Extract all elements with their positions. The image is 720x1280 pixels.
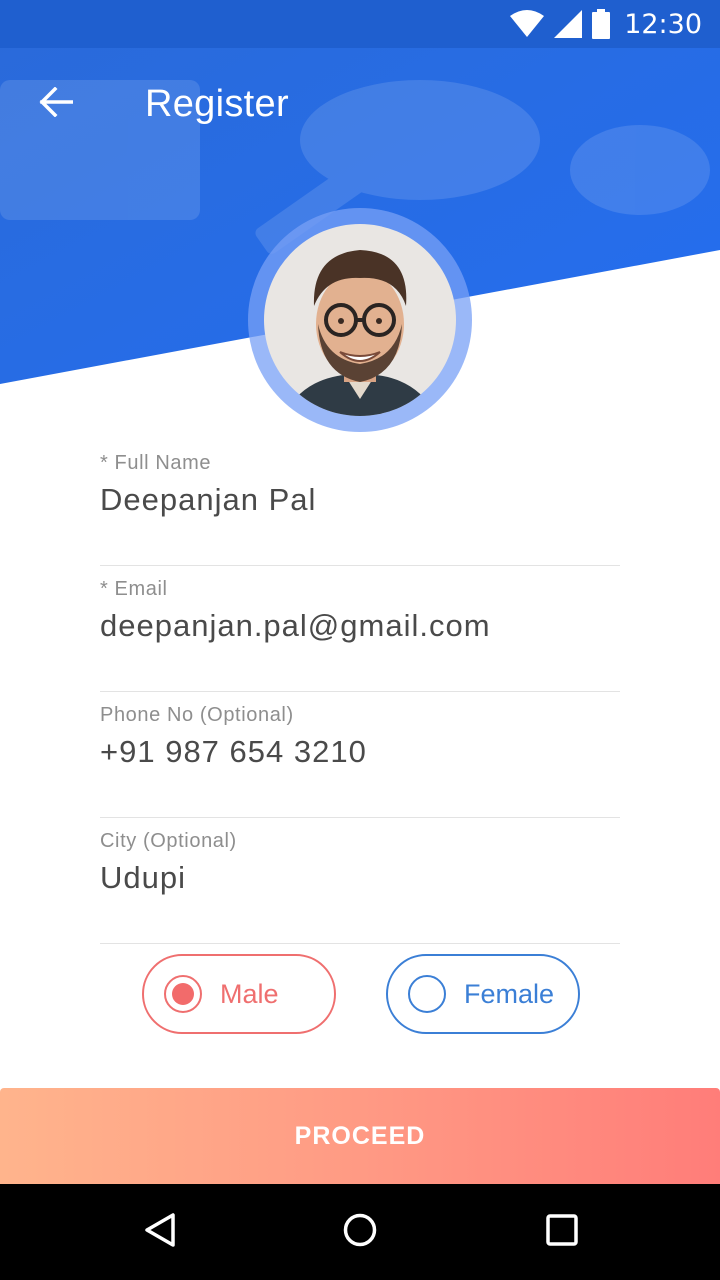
page-title: Register [145, 82, 289, 125]
city-label: City (Optional) [100, 830, 237, 852]
back-triangle-icon [142, 1212, 178, 1253]
avatar-ring [248, 208, 472, 432]
gender-male-label: Male [220, 978, 279, 1009]
phone-input[interactable]: +91 987 654 3210 [100, 734, 367, 770]
email-input[interactable]: deepanjan.pal@gmail.com [100, 608, 491, 644]
proceed-button[interactable]: PROCEED [0, 1088, 720, 1184]
phone-label: Phone No (Optional) [100, 704, 294, 726]
radio-checked-icon [164, 975, 202, 1013]
nav-home-button[interactable] [332, 1204, 388, 1260]
app-bar: Register [0, 48, 720, 160]
full-name-label: * Full Name [100, 452, 212, 474]
gender-female-label: Female [464, 978, 555, 1009]
recents-square-icon [544, 1212, 580, 1253]
city-input[interactable]: Udupi [100, 860, 186, 896]
radio-unchecked-icon [408, 975, 446, 1013]
gender-male-button[interactable]: Male [142, 954, 336, 1034]
gender-selector: Male Female [0, 954, 720, 1034]
registration-form: * Full Name Deepanjan Pal * Email deepan… [100, 440, 620, 944]
gender-female-button[interactable]: Female [386, 954, 580, 1034]
back-button[interactable] [0, 48, 112, 160]
proceed-label: PROCEED [294, 1121, 426, 1150]
email-label: * Email [100, 578, 168, 600]
full-name-input[interactable]: Deepanjan Pal [100, 482, 316, 518]
avatar[interactable] [264, 224, 456, 416]
battery-icon [592, 9, 611, 39]
wifi-icon [510, 10, 545, 38]
status-time: 12:30 [624, 8, 702, 40]
home-circle-icon [342, 1212, 378, 1253]
arrow-left-icon [39, 86, 74, 122]
navigation-bar [0, 1184, 720, 1280]
email-field[interactable]: * Email deepanjan.pal@gmail.com [100, 566, 620, 692]
full-name-field[interactable]: * Full Name Deepanjan Pal [100, 440, 620, 566]
phone-field[interactable]: Phone No (Optional) +91 987 654 3210 [100, 692, 620, 818]
nav-recents-button[interactable] [534, 1204, 590, 1260]
nav-back-button[interactable] [132, 1204, 188, 1260]
signal-icon [554, 10, 583, 38]
status-bar: 12:30 [0, 0, 720, 48]
city-field[interactable]: City (Optional) Udupi [100, 818, 620, 944]
